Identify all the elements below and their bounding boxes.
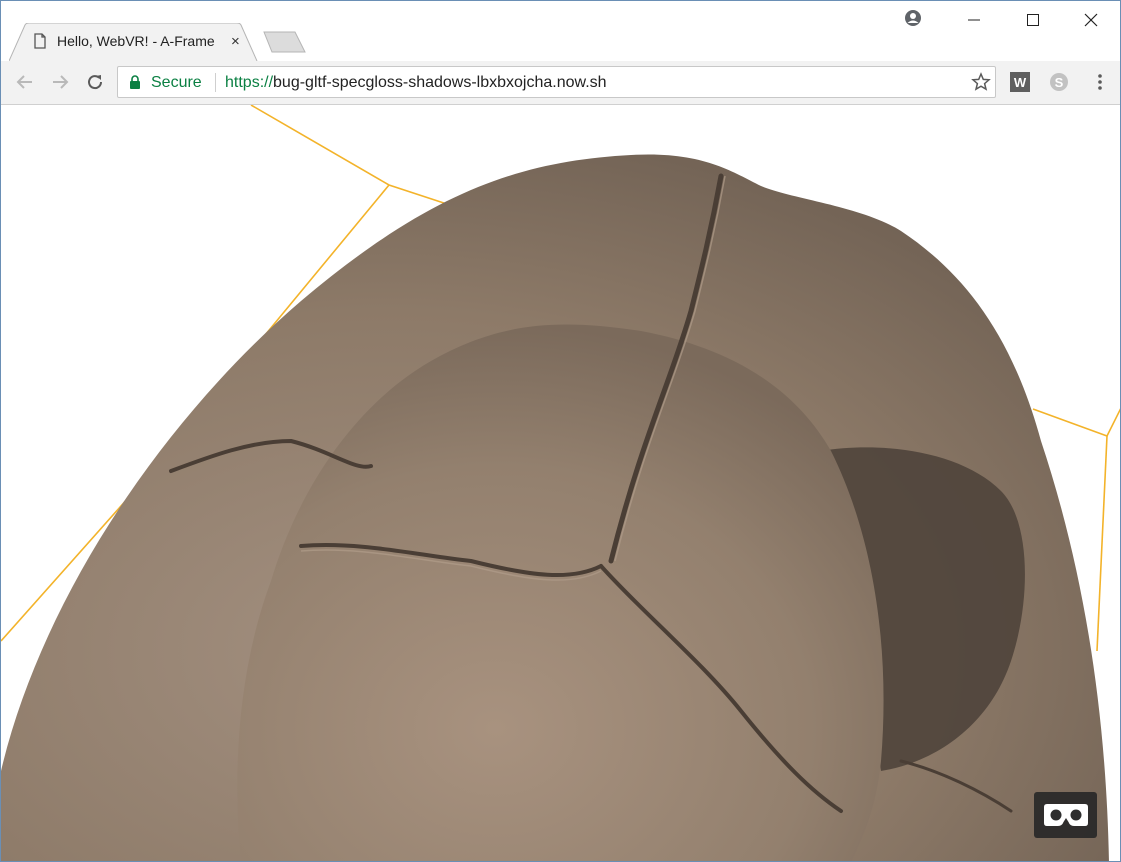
w-extension-icon[interactable]: W bbox=[1010, 72, 1030, 92]
url-scheme: https:// bbox=[225, 74, 274, 91]
menu-dots-icon[interactable] bbox=[1093, 72, 1107, 92]
browser-window: Hello, WebVR! - A-Frame × Secure https:/… bbox=[0, 0, 1121, 862]
new-tab-button[interactable] bbox=[263, 31, 307, 53]
back-arrow-icon[interactable] bbox=[15, 72, 35, 92]
active-tab[interactable]: Hello, WebVR! - A-Frame × bbox=[9, 23, 259, 61]
document-icon bbox=[34, 33, 46, 49]
skype-extension-icon[interactable]: S bbox=[1049, 72, 1069, 92]
browser-toolbar: Secure https://bug-gltf-specgloss-shadow… bbox=[1, 61, 1120, 105]
skype-extension-letter: S bbox=[1055, 75, 1064, 90]
scene-render bbox=[1, 105, 1120, 861]
tab-close-icon[interactable]: × bbox=[231, 33, 240, 50]
forward-arrow-icon[interactable] bbox=[50, 72, 70, 92]
title-bar: Hello, WebVR! - A-Frame × bbox=[1, 1, 1120, 61]
close-window-icon[interactable] bbox=[1083, 12, 1099, 28]
omnibox-divider bbox=[215, 73, 216, 92]
profile-icon[interactable] bbox=[904, 9, 922, 27]
address-bar[interactable]: Secure https://bug-gltf-specgloss-shadow… bbox=[117, 66, 996, 98]
enter-vr-button[interactable] bbox=[1034, 792, 1097, 838]
w-extension-letter: W bbox=[1014, 75, 1027, 90]
tab-title: Hello, WebVR! - A-Frame bbox=[57, 33, 215, 49]
secure-label: Secure bbox=[151, 74, 202, 91]
bookmark-star-icon[interactable] bbox=[971, 72, 991, 92]
url-host-path: bug-gltf-specgloss-shadows-lbxbxojcha.no… bbox=[273, 74, 607, 91]
reload-icon[interactable] bbox=[85, 72, 105, 92]
vr-headset-icon bbox=[1044, 804, 1088, 826]
lock-icon bbox=[130, 75, 140, 89]
webvr-canvas[interactable] bbox=[1, 105, 1120, 861]
minimize-icon[interactable] bbox=[966, 12, 982, 28]
maximize-icon[interactable] bbox=[1025, 12, 1041, 28]
url-text[interactable]: https://bug-gltf-specgloss-shadows-lbxbx… bbox=[225, 74, 607, 92]
